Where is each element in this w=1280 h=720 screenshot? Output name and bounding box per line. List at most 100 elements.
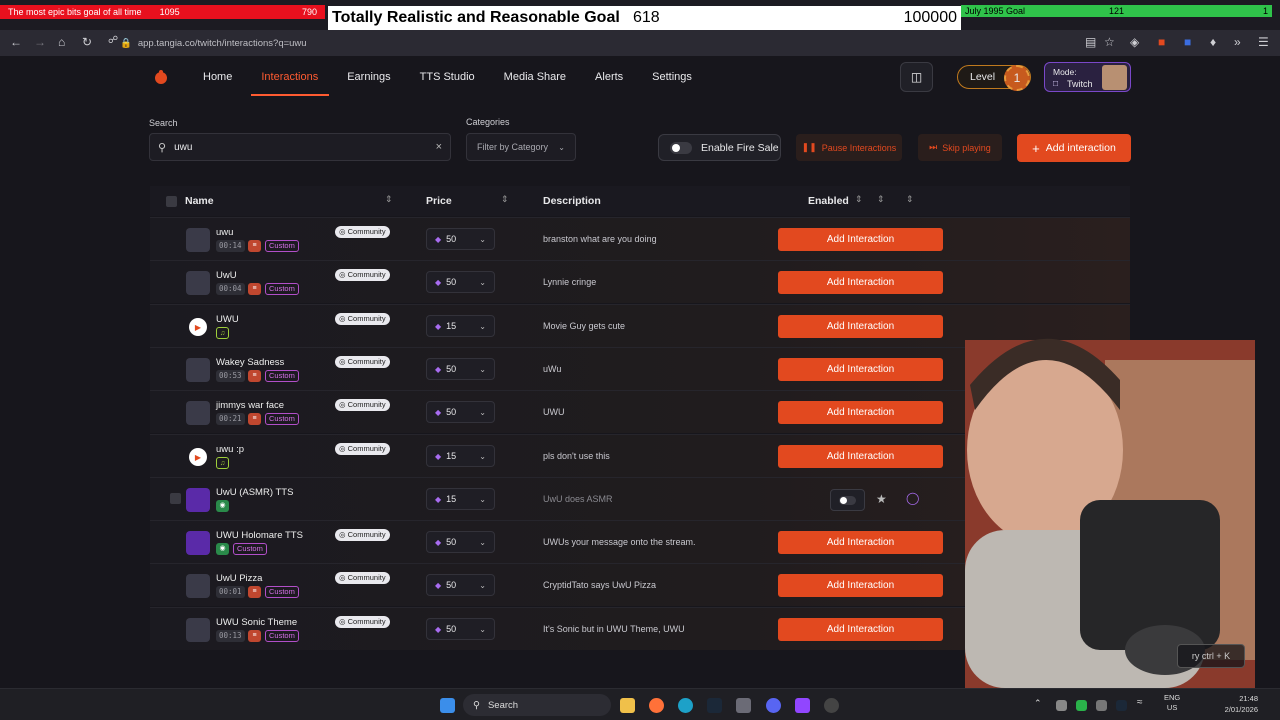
add-interaction-button[interactable]: + Add interaction bbox=[1017, 134, 1131, 162]
sort-icon[interactable]: ⇕ bbox=[501, 194, 509, 205]
july-goal-bar: July 1995 Goal 121 1 bbox=[961, 5, 1272, 17]
price-select[interactable]: ◆ 50 ⌄ bbox=[426, 618, 495, 640]
price-select[interactable]: ◆ 50 ⌄ bbox=[426, 228, 495, 250]
url-bar[interactable]: 🔒 app.tangia.co/twitch/interactions?q=uw… bbox=[120, 32, 1080, 54]
price-select[interactable]: ◆ 50 ⌄ bbox=[426, 271, 495, 293]
tray-icon[interactable] bbox=[1096, 700, 1107, 711]
discord-icon[interactable] bbox=[766, 698, 781, 713]
globe-icon: ◎ bbox=[339, 573, 348, 582]
bits-gem-icon: ◆ bbox=[435, 234, 442, 244]
edge-icon[interactable] bbox=[678, 698, 693, 713]
app-icon[interactable] bbox=[736, 698, 751, 713]
header-enabled[interactable]: Enabled bbox=[808, 195, 849, 207]
overflow-chevron-icon[interactable]: » bbox=[1234, 35, 1241, 49]
nav-home[interactable]: Home bbox=[203, 71, 232, 83]
community-badge: ◎ Community bbox=[335, 399, 390, 411]
menu-icon[interactable]: ☰ bbox=[1258, 35, 1269, 49]
firefox-icon[interactable] bbox=[649, 698, 664, 713]
interaction-description: uWu bbox=[543, 364, 562, 374]
price-value: 50 bbox=[446, 624, 457, 634]
community-label: Community bbox=[347, 314, 386, 323]
price-value: 50 bbox=[446, 364, 457, 374]
video-thumbnail bbox=[186, 358, 210, 382]
nav-earnings[interactable]: Earnings bbox=[347, 71, 390, 83]
price-select[interactable]: ◆ 50 ⌄ bbox=[426, 401, 495, 423]
price-value: 50 bbox=[446, 407, 457, 417]
extension-icon[interactable]: ◈ bbox=[1130, 35, 1139, 49]
gift-button[interactable]: ◫ bbox=[900, 62, 933, 92]
sort-icon[interactable]: ⇕ bbox=[906, 194, 914, 205]
url-text[interactable]: app.tangia.co/twitch/interactions?q=uwu bbox=[138, 38, 307, 49]
price-select[interactable]: ◆ 50 ⌄ bbox=[426, 531, 495, 553]
tray-icon[interactable] bbox=[1076, 700, 1087, 711]
table-row[interactable]: uwu 00:14 ≡ Custom ◎ Community ◆ 50 ⌄ branston w… bbox=[150, 217, 1130, 260]
nav-settings[interactable]: Settings bbox=[652, 71, 692, 83]
sort-icon[interactable]: ⇕ bbox=[385, 194, 393, 205]
shield-icon[interactable]: ☍ bbox=[108, 35, 118, 46]
gift-icon: ◫ bbox=[910, 70, 923, 84]
toggle-switch[interactable] bbox=[670, 141, 692, 154]
globe-icon: ◎ bbox=[339, 270, 348, 279]
price-select[interactable]: ◆ 15 ⌄ bbox=[426, 488, 495, 510]
app-icon[interactable] bbox=[824, 698, 839, 713]
sort-icon[interactable]: ⇕ bbox=[877, 194, 885, 205]
extension-icon[interactable]: ■ bbox=[1184, 35, 1191, 49]
mode-switch[interactable]: Mode: □ Twitch bbox=[1044, 62, 1131, 92]
pause-interactions-button[interactable]: ❚❚ Pause Interactions bbox=[796, 134, 902, 161]
clear-search-icon[interactable]: × bbox=[436, 141, 442, 153]
price-select[interactable]: ◆ 15 ⌄ bbox=[426, 445, 495, 467]
steam-icon[interactable] bbox=[707, 698, 722, 713]
sort-icon[interactable]: ⇕ bbox=[855, 194, 863, 205]
price-select[interactable]: ◆ 50 ⌄ bbox=[426, 358, 495, 380]
select-all-checkbox[interactable] bbox=[166, 196, 177, 207]
file-explorer-icon[interactable] bbox=[620, 698, 635, 713]
realistic-goal-target: 100000 bbox=[903, 9, 957, 26]
twitch-icon[interactable] bbox=[795, 698, 810, 713]
back-arrow-icon[interactable]: ← bbox=[10, 35, 22, 49]
tangia-logo-icon[interactable] bbox=[153, 69, 169, 85]
category-select[interactable]: Filter by Category ⌄ bbox=[466, 133, 576, 161]
star-icon[interactable]: ★ bbox=[876, 492, 887, 506]
price-select[interactable]: ◆ 50 ⌄ bbox=[426, 574, 495, 596]
globe-icon: ◎ bbox=[339, 530, 348, 539]
bits-gem-icon: ◆ bbox=[435, 407, 442, 417]
clock[interactable]: 21:48 2/01/2026 bbox=[1196, 693, 1258, 715]
custom-badge: Custom bbox=[265, 370, 299, 382]
avatar bbox=[1102, 65, 1127, 90]
fire-sale-toggle[interactable]: Enable Fire Sale bbox=[658, 134, 781, 161]
lang-bottom: US bbox=[1166, 703, 1178, 712]
wifi-icon[interactable]: ≈ bbox=[1137, 697, 1143, 708]
puzzle-icon[interactable]: ♦ bbox=[1210, 35, 1216, 49]
interaction-description: Lynnie cringe bbox=[543, 277, 597, 287]
header-name[interactable]: Name bbox=[185, 195, 214, 207]
level-badge[interactable]: Level 1 bbox=[957, 65, 1031, 91]
forward-arrow-icon[interactable]: → bbox=[34, 35, 46, 49]
nav-alerts[interactable]: Alerts bbox=[595, 71, 623, 83]
header-price[interactable]: Price bbox=[426, 195, 452, 207]
add-interaction-row-button[interactable]: Add Interaction bbox=[778, 228, 943, 251]
reload-icon[interactable]: ↻ bbox=[82, 35, 92, 49]
nav-tts-studio[interactable]: TTS Studio bbox=[420, 71, 475, 83]
taskbar-search[interactable]: ⚲ Search bbox=[463, 694, 611, 716]
windows-start-icon[interactable] bbox=[440, 698, 455, 713]
extension-icon[interactable]: ■ bbox=[1158, 35, 1165, 49]
home-icon[interactable]: ⌂ bbox=[58, 35, 65, 49]
chevron-down-icon: ⌄ bbox=[479, 580, 486, 590]
add-interaction-row-button[interactable]: Add Interaction bbox=[778, 271, 943, 294]
tray-icon[interactable] bbox=[1116, 700, 1127, 711]
enabled-toggle[interactable] bbox=[830, 489, 865, 511]
chevron-down-icon: ⌄ bbox=[479, 321, 486, 331]
reader-icon[interactable]: ▤ bbox=[1085, 35, 1096, 49]
price-select[interactable]: ◆ 15 ⌄ bbox=[426, 315, 495, 337]
nav-media-share[interactable]: Media Share bbox=[504, 71, 566, 83]
community-label: Community bbox=[347, 270, 386, 279]
tray-chevron-icon[interactable]: ⌃ bbox=[1034, 698, 1042, 709]
row-checkbox[interactable] bbox=[170, 493, 181, 504]
language-indicator[interactable]: ENG US bbox=[1164, 693, 1180, 713]
search-input[interactable]: ⚲ uwu × bbox=[149, 133, 451, 161]
nav-interactions[interactable]: Interactions bbox=[251, 71, 330, 96]
skip-playing-button[interactable]: ⏭ Skip playing bbox=[918, 134, 1002, 161]
bookmark-star-icon[interactable]: ☆ bbox=[1104, 35, 1115, 49]
table-row[interactable]: UwU 00:04 ≡ Custom ◎ Community ◆ 50 ⌄ Lynnie cri… bbox=[150, 260, 1130, 303]
tray-icon[interactable] bbox=[1056, 700, 1067, 711]
